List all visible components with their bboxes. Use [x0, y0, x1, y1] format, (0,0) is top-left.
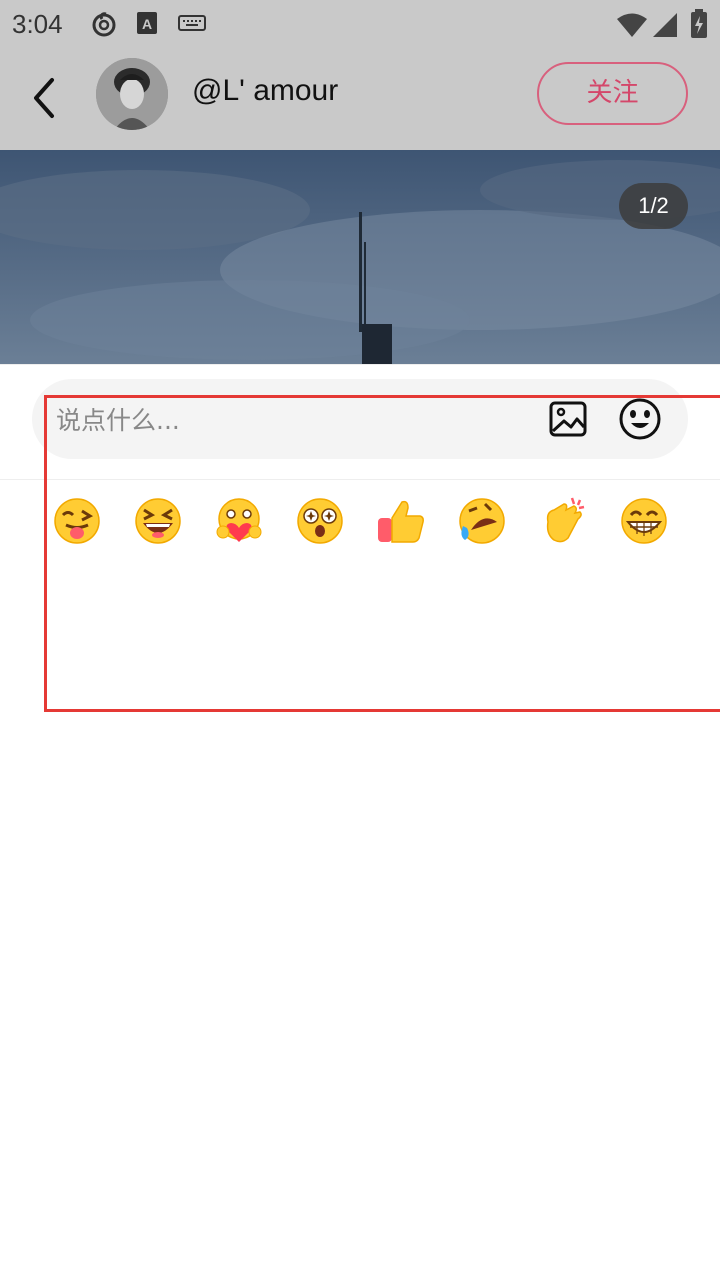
- svg-text:A: A: [142, 16, 152, 32]
- signal-icon: [653, 13, 677, 37]
- photo-image: [0, 150, 720, 364]
- big-grin-emoji-icon[interactable]: [619, 496, 669, 546]
- page-indicator: 1/2: [619, 183, 688, 229]
- status-bar: 3:04 A: [0, 0, 720, 50]
- wifi-icon: [617, 13, 647, 37]
- clapping-hands-emoji-icon[interactable]: [538, 496, 588, 546]
- heart-hug-emoji-icon[interactable]: [214, 496, 264, 546]
- star-struck-emoji-icon[interactable]: [295, 496, 345, 546]
- grinning-squint-emoji-icon[interactable]: [133, 496, 183, 546]
- font-icon: A: [137, 12, 157, 34]
- emoji-row: [0, 490, 720, 554]
- comment-input[interactable]: 说点什么...: [32, 379, 688, 459]
- post-photo[interactable]: 1/2: [0, 150, 720, 364]
- image-icon[interactable]: [548, 399, 588, 439]
- avatar-image: [96, 58, 168, 130]
- netease-music-icon: [92, 12, 116, 37]
- username[interactable]: @L' amour: [192, 74, 338, 108]
- comment-placeholder: 说点什么...: [56, 406, 180, 435]
- status-time: 3:04: [12, 9, 63, 39]
- battery-icon: [691, 9, 707, 38]
- comment-bar: 说点什么...: [0, 364, 720, 480]
- thumbs-up-emoji-icon[interactable]: [376, 496, 426, 546]
- back-arrow-icon[interactable]: [24, 70, 68, 126]
- tongue-wink-emoji-icon[interactable]: [52, 496, 102, 546]
- avatar[interactable]: [96, 58, 168, 130]
- follow-button[interactable]: 关注: [537, 62, 688, 125]
- rolling-laughing-emoji-icon[interactable]: [457, 496, 507, 546]
- post-header: @L' amour 关注: [0, 50, 720, 150]
- keyboard-icon: [178, 15, 206, 31]
- emoji-icon[interactable]: [618, 397, 662, 441]
